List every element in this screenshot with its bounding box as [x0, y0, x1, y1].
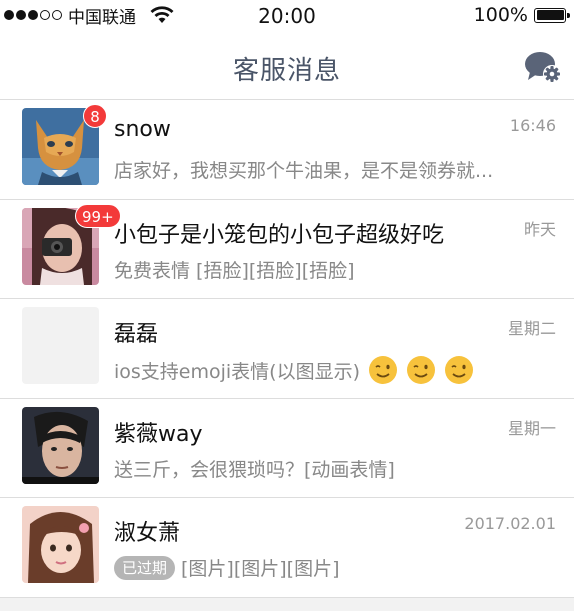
status-bar: 中国联通 20:00 100%	[0, 0, 574, 32]
conversation-item[interactable]: 紫薇way 星期一 送三斤，会很猥琐吗？[动画表情]	[0, 399, 574, 499]
avatar	[22, 506, 99, 583]
conversation-item[interactable]: 磊磊 星期二 ios支持emoji表情(以图显示)	[0, 299, 574, 399]
conversation-time: 昨天	[523, 219, 556, 239]
nav-bar: 客服消息	[0, 32, 574, 100]
conversation-item[interactable]: 8 snow 16:46 店家好，我想买那个牛油果，是不是领券就...	[0, 100, 574, 200]
conversation-item[interactable]: 99+ 小包子是小笼包的小包子超级好吃 昨天 免费表情 [捂脸][捂脸][捂脸]	[0, 200, 574, 300]
conversation-list: 8 snow 16:46 店家好，我想买那个牛油果，是不是领券就... 99+ …	[0, 100, 574, 598]
wink-emoji-icon	[407, 356, 436, 384]
battery-icon	[534, 7, 570, 23]
expired-tag: 已过期	[114, 555, 176, 580]
conversation-name: 磊磊	[114, 322, 159, 347]
conversation-preview: 店家好，我想买那个牛油果，是不是领券就...	[114, 156, 493, 183]
conversation-name: 淑女萧	[114, 521, 181, 546]
conversation-preview: 送三斤，会很猥琐吗？[动画表情]	[114, 455, 395, 482]
page-title: 客服消息	[232, 56, 341, 86]
status-right: 100%	[473, 4, 570, 26]
conversation-time: 星期一	[507, 418, 556, 438]
wink-emoji-icon	[445, 356, 474, 384]
unread-badge: 8	[83, 104, 107, 128]
preview-text: 免费表情 [捂脸][捂脸][捂脸]	[114, 259, 355, 282]
avatar	[22, 406, 99, 484]
chat-settings-icon[interactable]	[524, 50, 562, 84]
conversation-name: 紫薇way	[114, 421, 203, 447]
avatar-placeholder	[22, 307, 99, 384]
preview-text: ios支持emoji表情(以图显示)	[114, 360, 361, 383]
conversation-time: 16:46	[509, 116, 556, 135]
preview-text: 送三斤，会很猥琐吗？[动画表情]	[114, 458, 395, 481]
battery-percent: 100%	[473, 4, 528, 26]
conversation-name: 小包子是小笼包的小包子超级好吃	[114, 222, 445, 248]
preview-text: [图片][图片][图片]	[181, 558, 340, 580]
preview-text: 店家好，我想买那个牛油果，是不是领券就...	[114, 160, 494, 182]
wink-emoji-icon	[369, 356, 398, 384]
conversation-item[interactable]: 淑女萧 2017.02.01 已过期 [图片][图片][图片]	[0, 498, 574, 598]
conversation-preview: 免费表情 [捂脸][捂脸][捂脸]	[114, 256, 355, 283]
conversation-preview: ios支持emoji表情(以图显示)	[114, 355, 474, 385]
conversation-time: 2017.02.01	[464, 514, 556, 533]
conversation-name: snow	[114, 117, 171, 142]
conversation-preview: 已过期 [图片][图片][图片]	[114, 554, 340, 581]
conversation-time: 星期二	[507, 319, 556, 338]
